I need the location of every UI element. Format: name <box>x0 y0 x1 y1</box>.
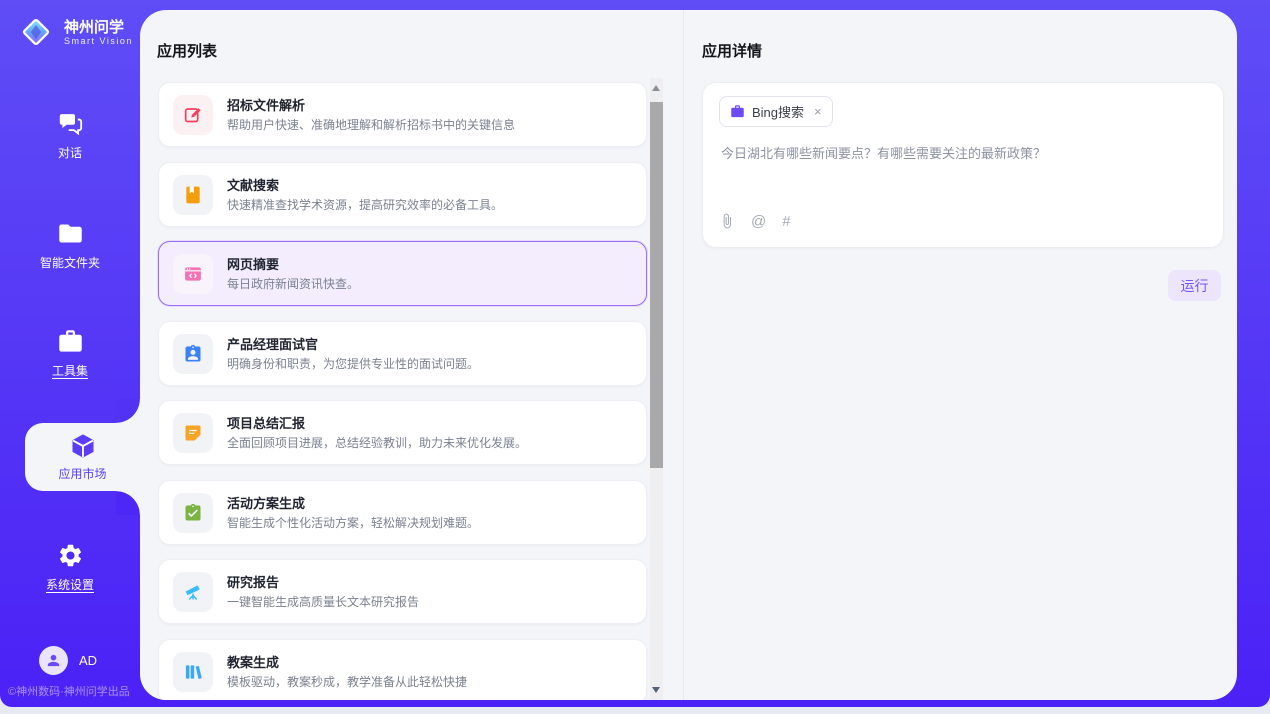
app-list-item-bid-analysis[interactable]: 招标文件解析 帮助用户快速、准确地理解和解析招标书中的关键信息 <box>158 82 647 147</box>
app-icon-tile <box>173 334 213 374</box>
app-icon-tile <box>173 493 213 533</box>
brand-logo-icon <box>16 12 56 52</box>
clipboard-check-icon <box>183 503 203 523</box>
sidebar-item-smart-folder[interactable]: 智能文件夹 <box>0 220 140 271</box>
user-label: AD <box>79 653 97 668</box>
app-desc: 明确身份和职责，为您提供专业性的面试问题。 <box>227 357 479 371</box>
app-list-item-web-summary[interactable]: 网页摘要 每日政府新闻资讯快查。 <box>158 241 647 306</box>
app-icon-tile <box>173 175 213 215</box>
app-title: 教案生成 <box>227 655 467 670</box>
mention-icon[interactable]: @ <box>751 214 766 229</box>
app-list-item-research-report[interactable]: 研究报告 一键智能生成高质量长文本研究报告 <box>158 559 647 624</box>
sidebar-item-label: 工具集 <box>52 362 88 379</box>
scroll-up-arrow-icon[interactable] <box>652 85 660 91</box>
app-title: 网页摘要 <box>227 257 359 272</box>
sidebar-item-label: 应用市场 <box>58 465 106 482</box>
app-window: 神州问学 Smart Vision 对话 智能文件夹 工具集 <box>0 0 1270 714</box>
interview-icon <box>183 344 203 364</box>
app-title: 产品经理面试官 <box>227 337 479 352</box>
app-desc: 一键智能生成高质量长文本研究报告 <box>227 595 419 609</box>
brand-logo: 神州问学 Smart Vision <box>16 12 133 52</box>
briefcase-icon <box>730 104 745 119</box>
app-title: 研究报告 <box>227 575 419 590</box>
app-list-item-pm-interviewer[interactable]: 产品经理面试官 明确身份和职责，为您提供专业性的面试问题。 <box>158 321 647 386</box>
app-title: 活动方案生成 <box>227 496 479 511</box>
user-account[interactable]: AD <box>39 646 97 675</box>
list-scrollbar[interactable] <box>650 78 663 700</box>
books-icon <box>183 662 203 682</box>
app-icon-tile <box>173 413 213 453</box>
app-title: 文献搜索 <box>227 178 503 193</box>
panel-divider <box>683 10 684 700</box>
scrollbar-thumb[interactable] <box>650 102 663 468</box>
app-list-item-lesson-plan[interactable]: 教案生成 模板驱动，教案秒成，教学准备从此轻松快捷 <box>158 639 647 700</box>
app-desc: 帮助用户快速、准确地理解和解析招标书中的关键信息 <box>227 118 515 132</box>
app-desc: 模板驱动，教案秒成，教学准备从此轻松快捷 <box>227 675 467 689</box>
app-title: 项目总结汇报 <box>227 416 527 431</box>
sidebar-item-chat[interactable]: 对话 <box>0 110 140 161</box>
research-icon <box>183 582 203 602</box>
cube-icon <box>69 432 97 460</box>
app-icon-tile <box>173 652 213 692</box>
tool-chip-label: Bing搜索 <box>752 102 804 121</box>
toolbox-icon <box>57 328 84 355</box>
run-button[interactable]: 运行 <box>1168 270 1221 301</box>
app-icon-tile <box>173 572 213 612</box>
person-icon <box>45 652 62 669</box>
sidebar-item-label: 对话 <box>58 144 82 161</box>
edit-doc-icon <box>183 105 203 125</box>
chip-close-icon[interactable]: × <box>814 104 822 119</box>
scroll-down-arrow-icon[interactable] <box>652 687 660 693</box>
composer-toolbar: @ # <box>719 213 791 229</box>
main-content: 应用列表 招标文件解析 帮助用户快速、准确地理解和解析招标书中的关键信息 <box>140 10 1237 700</box>
app-detail-card: Bing搜索 × 今日湖北有哪些新闻要点？有哪些需要关注的最新政策？ @ # <box>702 82 1224 248</box>
browser-icon <box>183 264 203 284</box>
brand-subtitle: Smart Vision <box>64 36 133 46</box>
app-desc: 每日政府新闻资讯快查。 <box>227 277 359 291</box>
app-list-item-event-plan[interactable]: 活动方案生成 智能生成个性化活动方案，轻松解决规划难题。 <box>158 480 647 545</box>
app-desc: 全面回顾项目进展，总结经验教训，助力未来优化发展。 <box>227 436 527 450</box>
tool-chip-bing-search[interactable]: Bing搜索 × <box>719 96 833 127</box>
chat-icon <box>57 110 84 137</box>
memo-icon <box>183 423 203 443</box>
purple-frame: 神州问学 Smart Vision 对话 智能文件夹 工具集 <box>0 0 1270 707</box>
sidebar-item-settings[interactable]: 系统设置 <box>0 542 140 593</box>
app-detail-title: 应用详情 <box>702 40 762 61</box>
sidebar-item-label: 智能文件夹 <box>40 254 100 271</box>
gear-icon <box>57 542 84 569</box>
concave-curve-bottom <box>116 491 140 515</box>
app-icon-tile <box>173 254 213 294</box>
sidebar-item-label: 系统设置 <box>46 576 94 593</box>
app-desc: 智能生成个性化活动方案，轻松解决规划难题。 <box>227 516 479 530</box>
sidebar-item-app-market[interactable]: 应用市场 <box>25 423 140 491</box>
copyright-footer: ©神州数码·神州问学出品 <box>8 683 130 699</box>
attachment-icon[interactable] <box>719 213 735 229</box>
hash-icon[interactable]: # <box>782 214 790 229</box>
brand-name: 神州问学 <box>64 19 133 36</box>
avatar <box>39 646 68 675</box>
concave-curve-top <box>116 399 140 423</box>
app-title: 招标文件解析 <box>227 98 515 113</box>
query-input[interactable]: 今日湖北有哪些新闻要点？有哪些需要关注的最新政策？ <box>721 145 1201 163</box>
app-list-item-project-summary[interactable]: 项目总结汇报 全面回顾项目进展，总结经验教训，助力未来优化发展。 <box>158 400 647 465</box>
sidebar-item-toolset[interactable]: 工具集 <box>0 328 140 379</box>
app-icon-tile <box>173 95 213 135</box>
app-desc: 快速精准查找学术资源，提高研究效率的必备工具。 <box>227 198 503 212</box>
book-icon <box>183 185 203 205</box>
app-list-item-literature-search[interactable]: 文献搜索 快速精准查找学术资源，提高研究效率的必备工具。 <box>158 162 647 227</box>
folder-icon <box>57 220 84 247</box>
app-list-title: 应用列表 <box>157 40 217 61</box>
